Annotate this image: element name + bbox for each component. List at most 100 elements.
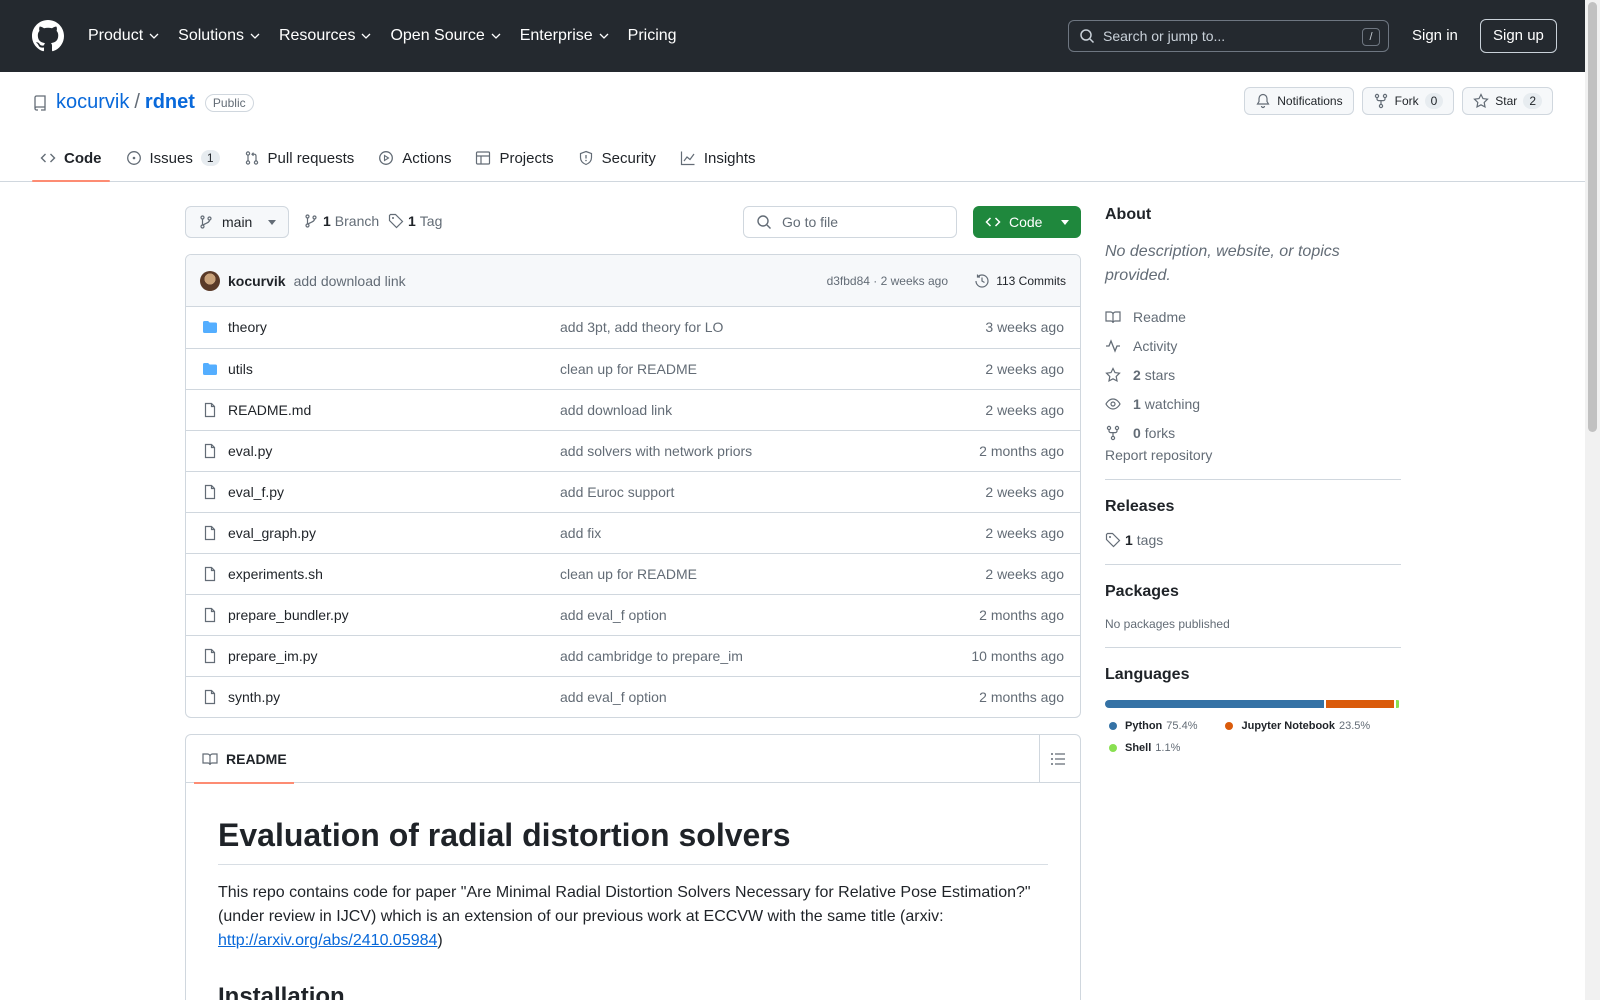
- latest-commit-bar: kocurvik add download link d3fbd84 · 2 w…: [186, 255, 1080, 307]
- file-row[interactable]: utils clean up for README 2 weeks ago: [186, 348, 1080, 389]
- file-name-link[interactable]: experiments.sh: [228, 566, 323, 582]
- file-icon: [202, 689, 218, 705]
- file-commit-message-link[interactable]: clean up for README: [560, 361, 697, 377]
- file-row[interactable]: synth.py add eval_f option 2 months ago: [186, 676, 1080, 717]
- readme-tab[interactable]: README: [194, 735, 294, 784]
- installation-heading: Installation: [218, 983, 345, 1000]
- file-row[interactable]: eval.py add solvers with network priors 2 …: [186, 430, 1080, 471]
- tab-insights[interactable]: Insights: [672, 134, 764, 182]
- watchers-link[interactable]: 1 watching: [1105, 389, 1401, 418]
- repo-toolbar: main 1 Branch 1 Tag Go to file Code: [185, 206, 1081, 238]
- forks-label: forks: [1144, 424, 1176, 441]
- scrollbar-thumb[interactable]: [1588, 2, 1597, 432]
- file-commit-message-link[interactable]: add 3pt, add theory for LO: [560, 319, 723, 335]
- arxiv-link[interactable]: http://arxiv.org/abs/2410.05984: [218, 932, 437, 949]
- file-name-link[interactable]: prepare_bundler.py: [228, 607, 349, 623]
- branch-label: Branch: [334, 213, 380, 229]
- tab-actions[interactable]: Actions: [370, 134, 459, 182]
- graph-icon: [680, 151, 695, 166]
- file-commit-message-link[interactable]: add eval_f option: [560, 607, 667, 623]
- language-item[interactable]: Python 75.4%: [1105, 720, 1197, 732]
- file-commit-message-link[interactable]: add fix: [560, 525, 601, 541]
- outline-list-icon[interactable]: [1050, 751, 1066, 767]
- sign-in-link[interactable]: Sign in: [1412, 27, 1458, 44]
- commits-history-link[interactable]: 113 Commits: [974, 273, 1066, 289]
- commit-message-link[interactable]: add download link: [294, 273, 406, 289]
- language-list: Python 75.4% Jupyter Notebook 23.5% Shell 1.1…: [1105, 720, 1401, 764]
- readme-link[interactable]: Readme: [1105, 302, 1401, 331]
- nav-resources[interactable]: Resources: [279, 27, 372, 45]
- readme-content: Evaluation of radial distortion solvers …: [186, 783, 1080, 1000]
- file-commit-message-link[interactable]: add Euroc support: [560, 484, 674, 500]
- branch-selector[interactable]: main: [185, 206, 289, 238]
- nav-solutions[interactable]: Solutions: [178, 27, 261, 45]
- file-row[interactable]: eval_f.py add Euroc support 2 weeks ago: [186, 471, 1080, 512]
- tab-security[interactable]: Security: [570, 134, 664, 182]
- repo-owner-link[interactable]: kocurvik: [56, 91, 129, 114]
- language-percent: 23.5%: [1339, 720, 1371, 732]
- file-commit-message-link[interactable]: add download link: [560, 402, 672, 418]
- notifications-button[interactable]: Notifications: [1244, 87, 1354, 115]
- file-row[interactable]: experiments.sh clean up for README 2 weeks…: [186, 553, 1080, 594]
- file-name-link[interactable]: utils: [228, 361, 253, 377]
- file-name-link[interactable]: prepare_im.py: [228, 648, 318, 664]
- language-bar-segment[interactable]: [1105, 700, 1324, 708]
- author-avatar[interactable]: [200, 270, 220, 291]
- tab-projects[interactable]: Projects: [467, 134, 561, 182]
- file-row[interactable]: theory add 3pt, add theory for LO 3 weeks …: [186, 307, 1080, 348]
- branches-link[interactable]: 1 Branch: [303, 213, 379, 229]
- stars-link[interactable]: 2 stars: [1105, 360, 1401, 389]
- file-name-link[interactable]: eval_f.py: [228, 484, 284, 500]
- fork-button[interactable]: Fork 0: [1361, 87, 1455, 115]
- tags-link[interactable]: 1 Tag: [388, 213, 442, 229]
- file-name-link[interactable]: eval_graph.py: [228, 525, 316, 541]
- file-commit-time: 2 months ago: [979, 607, 1064, 623]
- star-icon: [1105, 366, 1121, 382]
- file-commit-message-link[interactable]: clean up for README: [560, 566, 697, 582]
- language-item[interactable]: Shell 1.1%: [1105, 742, 1180, 754]
- nav-pricing[interactable]: Pricing: [628, 27, 677, 45]
- file-row[interactable]: eval_graph.py add fix 2 weeks ago: [186, 512, 1080, 553]
- file-name-link[interactable]: README.md: [228, 402, 311, 418]
- language-bar-segment[interactable]: [1395, 700, 1399, 708]
- file-name-link[interactable]: synth.py: [228, 689, 280, 705]
- go-to-file-placeholder: Go to file: [782, 214, 839, 230]
- file-commit-message-link[interactable]: add eval_f option: [560, 689, 667, 705]
- activity-link[interactable]: Activity: [1105, 331, 1401, 360]
- nav-open-source[interactable]: Open Source: [390, 27, 501, 45]
- language-item[interactable]: Jupyter Notebook 23.5%: [1221, 720, 1370, 732]
- repo-name-link[interactable]: rdnet: [145, 91, 195, 114]
- github-logo-icon[interactable]: [32, 20, 64, 52]
- releases-heading[interactable]: Releases: [1105, 498, 1401, 516]
- language-bar-segment[interactable]: [1325, 700, 1394, 708]
- nav-product[interactable]: Product: [88, 27, 160, 45]
- languages-heading: Languages: [1105, 666, 1190, 683]
- go-to-file-input[interactable]: Go to file: [743, 206, 957, 238]
- tab-code[interactable]: Code: [32, 134, 110, 182]
- commit-hash-and-time[interactable]: d3fbd84 · 2 weeks ago: [827, 274, 948, 288]
- notifications-label: Notifications: [1277, 94, 1343, 108]
- file-row[interactable]: README.md add download link 2 weeks ago: [186, 389, 1080, 430]
- sign-up-button[interactable]: Sign up: [1480, 19, 1557, 53]
- forks-link[interactable]: 0 forks: [1105, 418, 1401, 447]
- packages-heading[interactable]: Packages: [1105, 583, 1401, 601]
- star-button[interactable]: Star 2: [1462, 87, 1553, 115]
- file-commit-message-link[interactable]: add cambridge to prepare_im: [560, 648, 743, 664]
- file-row[interactable]: prepare_im.py add cambridge to prepare_im…: [186, 635, 1080, 676]
- tab-pull-requests[interactable]: Pull requests: [236, 134, 363, 182]
- file-row[interactable]: prepare_bundler.py add eval_f option 2 mon…: [186, 594, 1080, 635]
- commits-count: 113 Commits: [996, 273, 1066, 288]
- global-search-input[interactable]: Search or jump to... /: [1068, 20, 1389, 52]
- page-scrollbar[interactable]: [1585, 0, 1600, 1000]
- file-name-link[interactable]: eval.py: [228, 443, 272, 459]
- nav-enterprise[interactable]: Enterprise: [520, 27, 610, 45]
- commit-author-link[interactable]: kocurvik: [228, 273, 286, 289]
- code-dropdown-button[interactable]: Code: [973, 206, 1081, 238]
- tab-issues[interactable]: Issues 1: [118, 134, 228, 182]
- star-label: Star: [1495, 94, 1518, 108]
- file-commit-message-link[interactable]: add solvers with network priors: [560, 443, 752, 459]
- pulse-icon: [1106, 338, 1120, 353]
- tags-count-link[interactable]: 1 tags: [1105, 532, 1401, 548]
- report-repository-link[interactable]: Report repository: [1105, 447, 1212, 463]
- file-name-link[interactable]: theory: [228, 319, 267, 335]
